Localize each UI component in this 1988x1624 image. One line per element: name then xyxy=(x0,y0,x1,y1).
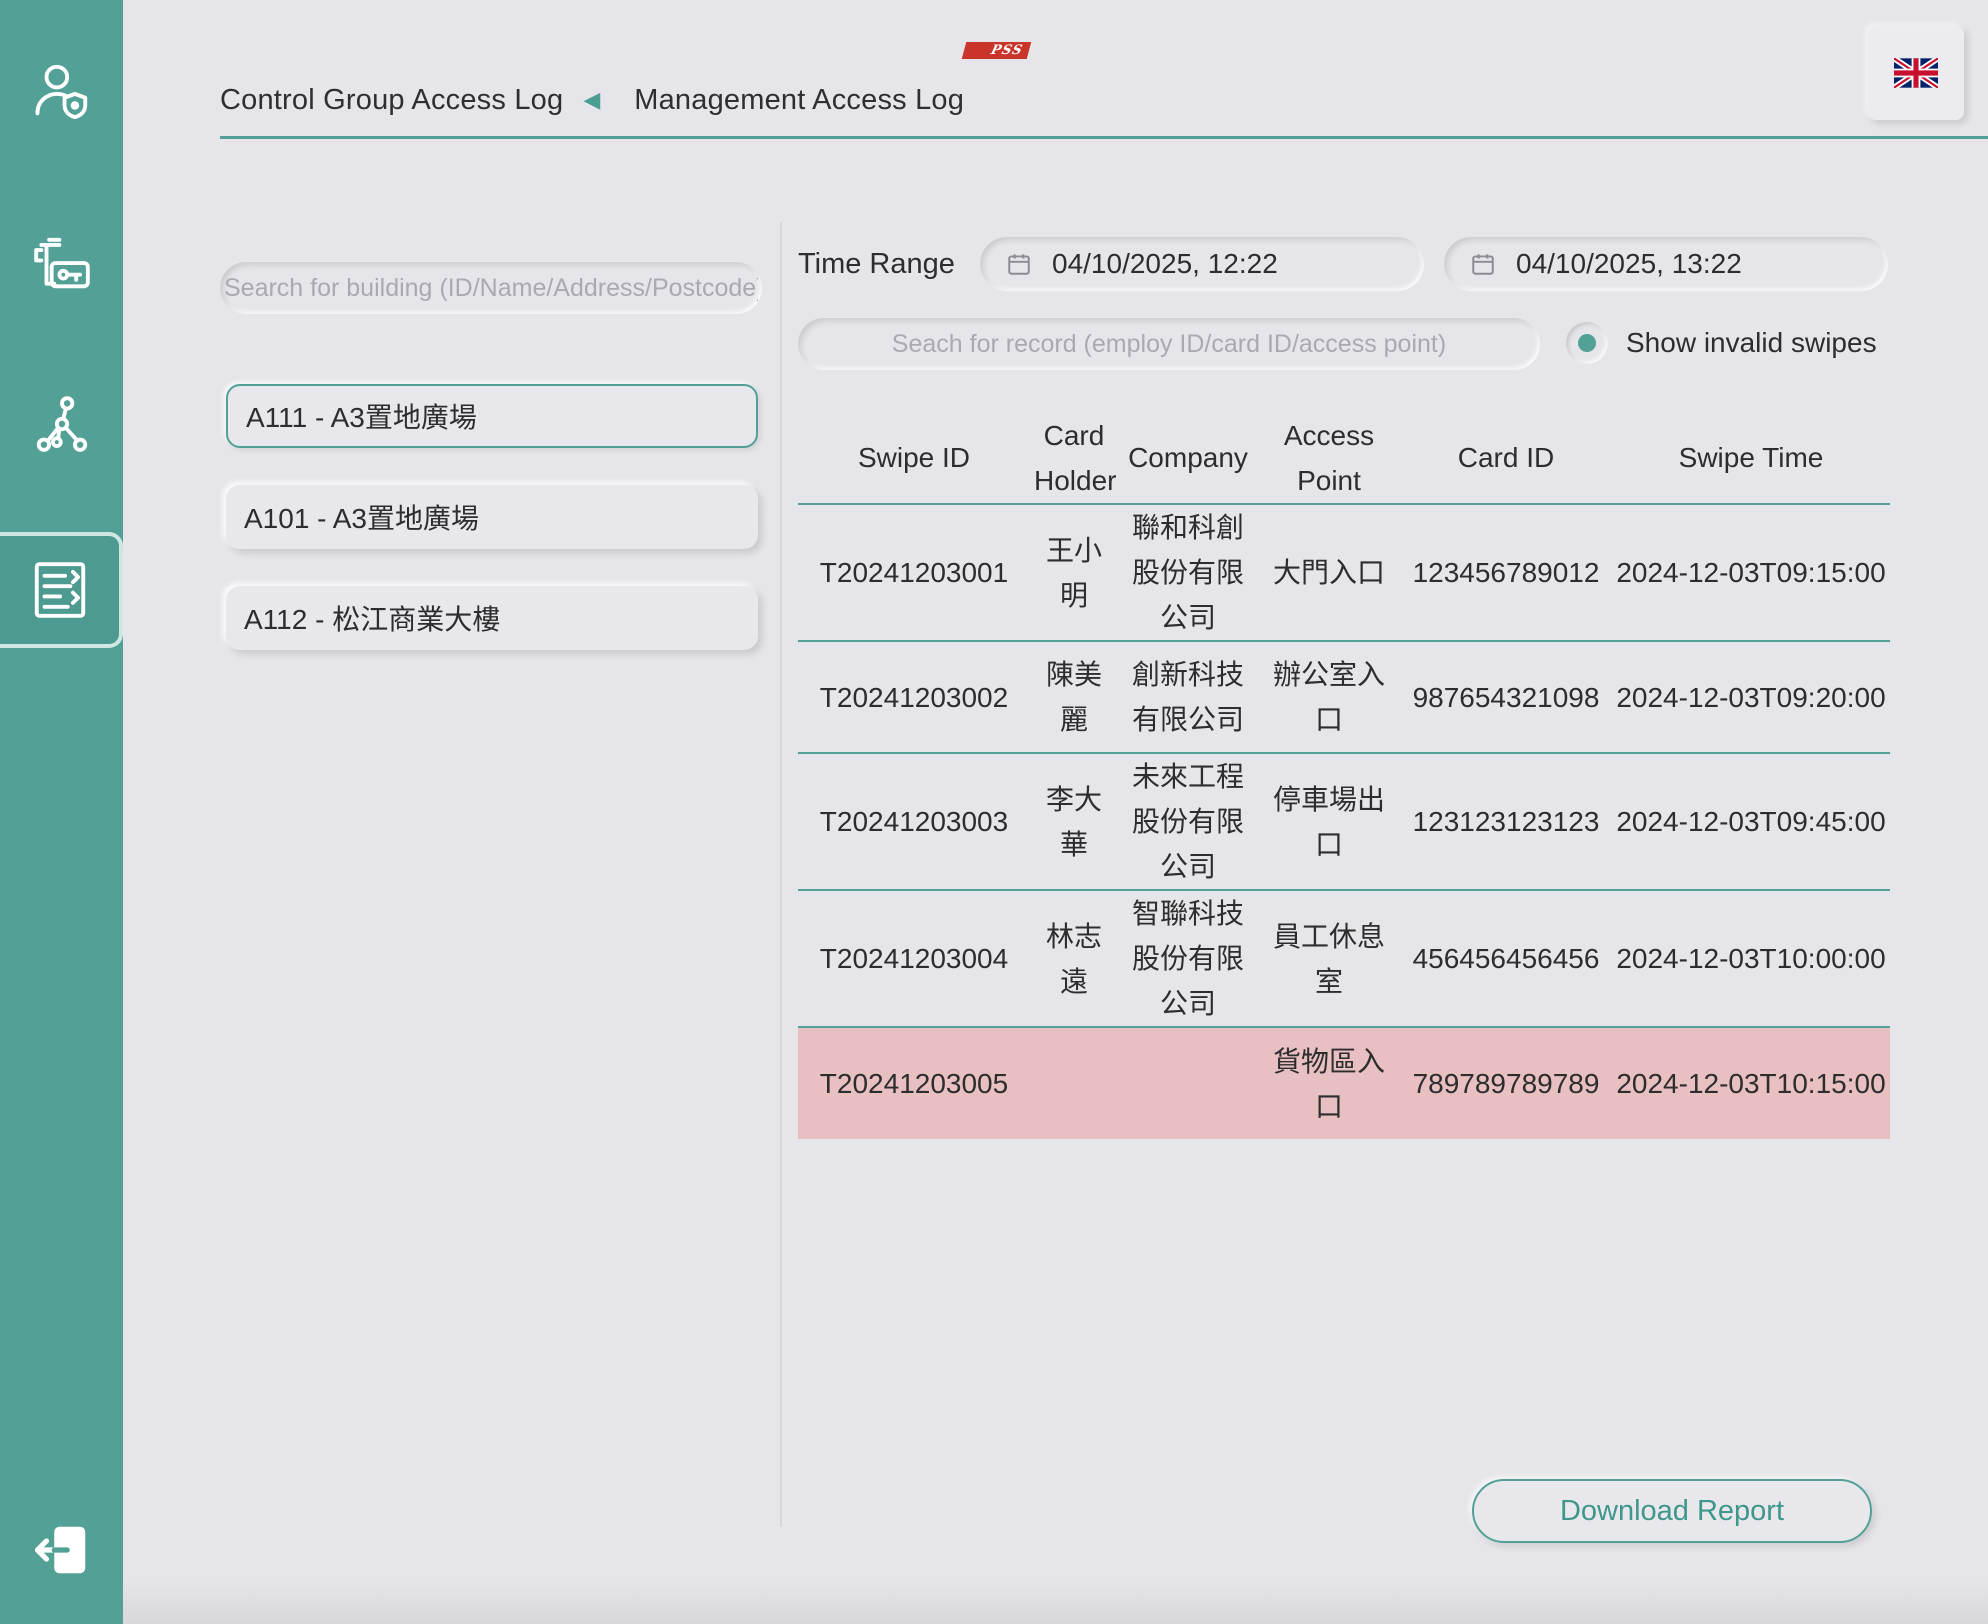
header-swipe-time[interactable]: Swipe Time xyxy=(1612,412,1890,505)
cell-company xyxy=(1118,1027,1258,1139)
cell-card-id: 789789789789 xyxy=(1400,1027,1612,1139)
cell-company: 聯和科創股份有限公司 xyxy=(1118,504,1258,642)
cell-access-point: 員工休息室 xyxy=(1258,890,1400,1028)
building-item-a112[interactable]: A112 - 松江商業大樓 xyxy=(226,586,758,650)
cell-swipe-id: T20241203003 xyxy=(798,753,1030,891)
date-to-field[interactable]: 04/10/2025, 13:22 xyxy=(1444,237,1888,291)
cell-swipe-id: T20241203005 xyxy=(798,1027,1030,1139)
cell-card-id: 123123123123 xyxy=(1400,753,1612,891)
sidebar xyxy=(0,0,123,1624)
pss-logo: ///PSS xyxy=(961,42,1031,59)
cell-card-holder: 陳美麗 xyxy=(1030,641,1118,754)
show-invalid-toggle[interactable]: Show invalid swipes xyxy=(1566,322,1877,364)
show-invalid-label: Show invalid swipes xyxy=(1626,327,1877,358)
uk-flag-icon xyxy=(1894,58,1938,88)
cell-swipe-id: T20241203002 xyxy=(798,641,1030,754)
header-swipe-id[interactable]: Swipe ID xyxy=(798,412,1030,505)
table-row[interactable]: T20241203001 王小明 聯和科創股份有限公司 大門入口 1234567… xyxy=(798,504,1890,642)
key-card-icon xyxy=(33,237,90,289)
cell-card-holder: 林志遠 xyxy=(1030,890,1118,1028)
panel-divider xyxy=(780,222,782,1527)
cell-company: 智聯科技股份有限公司 xyxy=(1118,890,1258,1028)
header-company[interactable]: Company xyxy=(1118,412,1258,505)
cell-card-id: 456456456456 xyxy=(1400,890,1612,1028)
table-row-invalid[interactable]: T20241203005 貨物區入口 789789789789 2024-12-… xyxy=(798,1027,1890,1139)
access-log-table: Swipe ID Card Holder Company Access Poin… xyxy=(798,412,1890,1139)
bottom-shade xyxy=(123,1580,1988,1624)
cell-swipe-time: 2024-12-03T09:20:00 xyxy=(1612,641,1890,754)
table-row[interactable]: T20241203003 李大華 未來工程股份有限公司 停車場出口 123123… xyxy=(798,753,1890,891)
logout-icon xyxy=(34,1526,85,1574)
nav-access-card[interactable] xyxy=(0,205,123,321)
nav-network[interactable] xyxy=(0,366,123,482)
building-item-a101[interactable]: A101 - A3置地廣場 xyxy=(226,485,758,549)
tab-underline xyxy=(220,136,1988,139)
cell-company: 創新科技有限公司 xyxy=(1118,641,1258,754)
language-button[interactable] xyxy=(1868,26,1964,120)
cell-access-point: 辦公室入口 xyxy=(1258,641,1400,754)
cell-company: 未來工程股份有限公司 xyxy=(1118,753,1258,891)
cell-card-holder: 王小明 xyxy=(1030,504,1118,642)
cell-card-id: 123456789012 xyxy=(1400,504,1612,642)
cell-access-point: 停車場出口 xyxy=(1258,753,1400,891)
cell-swipe-id: T20241203001 xyxy=(798,504,1030,642)
cell-access-point: 貨物區入口 xyxy=(1258,1027,1400,1139)
download-report-button[interactable]: Download Report xyxy=(1472,1479,1872,1543)
report-list-icon xyxy=(34,562,85,618)
building-list: A111 - A3置地廣場 A101 - A3置地廣場 A112 - 松江商業大… xyxy=(226,384,758,687)
table-row[interactable]: T20241203002 陳美麗 創新科技有限公司 辦公室入口 98765432… xyxy=(798,641,1890,754)
cell-swipe-time: 2024-12-03T09:45:00 xyxy=(1612,753,1890,891)
cell-card-holder xyxy=(1030,1027,1118,1139)
cell-card-holder: 李大華 xyxy=(1030,753,1118,891)
date-from-field[interactable]: 04/10/2025, 12:22 xyxy=(980,237,1424,291)
cell-swipe-time: 2024-12-03T09:15:00 xyxy=(1612,504,1890,642)
calendar-icon xyxy=(1008,254,1030,275)
date-to-value: 04/10/2025, 13:22 xyxy=(1516,248,1742,279)
cell-access-point: 大門入口 xyxy=(1258,504,1400,642)
table-header-row: Swipe ID Card Holder Company Access Poin… xyxy=(798,412,1890,505)
tab-management-access-log[interactable]: Management Access Log xyxy=(634,84,964,117)
nav-user-security[interactable] xyxy=(0,32,123,148)
cell-swipe-time: 2024-12-03T10:00:00 xyxy=(1612,890,1890,1028)
time-range-label: Time Range xyxy=(798,248,955,280)
date-from-value: 04/10/2025, 12:22 xyxy=(1052,248,1278,279)
tab-control-group-access-log[interactable]: Control Group Access Log xyxy=(220,84,563,117)
cell-swipe-id: T20241203004 xyxy=(798,890,1030,1028)
calendar-icon xyxy=(1472,254,1494,275)
tab-bar: Control Group Access Log ◀ Management Ac… xyxy=(220,80,964,120)
cell-card-id: 987654321098 xyxy=(1400,641,1612,754)
record-search-input[interactable] xyxy=(798,318,1540,370)
network-nodes-icon xyxy=(36,396,87,452)
cell-swipe-time: 2024-12-03T10:15:00 xyxy=(1612,1027,1890,1139)
logout-button[interactable] xyxy=(0,1500,123,1600)
show-invalid-radio[interactable] xyxy=(1566,322,1608,364)
tab-indicator-arrow: ◀ xyxy=(583,87,601,112)
building-search-input[interactable] xyxy=(220,262,762,314)
user-shield-icon xyxy=(35,64,87,120)
nav-access-log[interactable] xyxy=(0,532,123,648)
header-card-holder[interactable]: Card Holder xyxy=(1030,412,1118,505)
header-card-id[interactable]: Card ID xyxy=(1400,412,1612,505)
table-row[interactable]: T20241203004 林志遠 智聯科技股份有限公司 員工休息室 456456… xyxy=(798,890,1890,1028)
header-access-point[interactable]: Access Point xyxy=(1258,412,1400,505)
radio-selected-dot xyxy=(1578,334,1596,352)
building-item-a111[interactable]: A111 - A3置地廣場 xyxy=(226,384,758,448)
